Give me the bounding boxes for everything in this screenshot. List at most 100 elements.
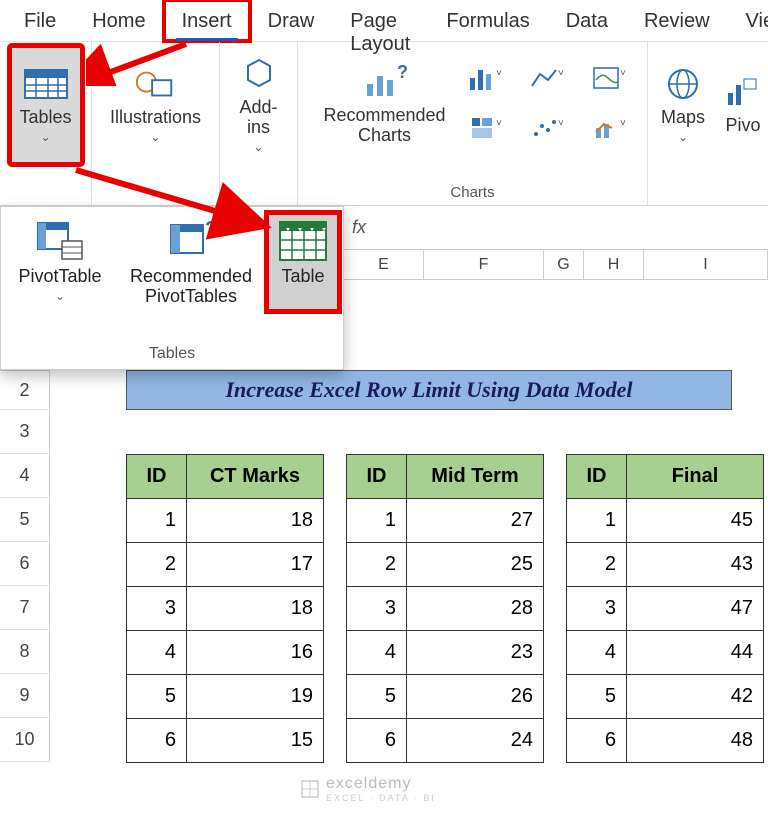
table-row[interactable]: 217 xyxy=(127,543,324,587)
table-cell[interactable]: 2 xyxy=(127,543,187,587)
table-cell[interactable]: 48 xyxy=(627,719,764,763)
table-row[interactable]: 648 xyxy=(567,719,764,763)
insert-hierarchy-chart-button[interactable]: ˅ xyxy=(460,106,512,150)
table-cell[interactable]: 5 xyxy=(347,675,407,719)
table-cell[interactable]: 24 xyxy=(407,719,544,763)
recommended-pivottables-button[interactable]: ? Recommended PivotTables xyxy=(115,213,267,311)
tab-view[interactable]: View xyxy=(728,0,768,41)
tab-home[interactable]: Home xyxy=(74,0,163,41)
tab-insert[interactable]: Insert xyxy=(164,0,250,41)
table-row[interactable]: 615 xyxy=(127,719,324,763)
table-cell[interactable]: 1 xyxy=(347,499,407,543)
table-row[interactable]: 118 xyxy=(127,499,324,543)
ribbon-group-addins: Add- ins ⌄ xyxy=(220,42,298,205)
table-cell[interactable]: 1 xyxy=(567,499,627,543)
table-cell[interactable]: 6 xyxy=(347,719,407,763)
table-row[interactable]: 423 xyxy=(347,631,544,675)
table-row[interactable]: 328 xyxy=(347,587,544,631)
column-header-G[interactable]: G xyxy=(544,250,584,279)
table-row[interactable]: 519 xyxy=(127,675,324,719)
row-header-2[interactable]: 2 xyxy=(0,370,50,410)
table-cell[interactable]: 3 xyxy=(567,587,627,631)
table-cell[interactable]: 5 xyxy=(127,675,187,719)
insert-column-chart-button[interactable]: ˅ xyxy=(460,56,512,100)
table-row[interactable]: 318 xyxy=(127,587,324,631)
pivottable-button[interactable]: PivotTable ⌄ xyxy=(5,213,115,311)
formula-bar[interactable]: fx xyxy=(344,206,768,250)
tab-data[interactable]: Data xyxy=(548,0,626,41)
table-cell[interactable]: 4 xyxy=(347,631,407,675)
column-header-E[interactable]: E xyxy=(344,250,424,279)
row-header-8[interactable]: 8 xyxy=(0,630,50,674)
addins-button[interactable]: Add- ins ⌄ xyxy=(223,46,295,164)
table-cell[interactable]: 43 xyxy=(627,543,764,587)
table-row[interactable]: 243 xyxy=(567,543,764,587)
table-cell[interactable]: 4 xyxy=(127,631,187,675)
table-cell[interactable]: 18 xyxy=(187,587,324,631)
table-label: Table xyxy=(281,267,324,287)
row-header-5[interactable]: 5 xyxy=(0,498,50,542)
table-cell[interactable]: 26 xyxy=(407,675,544,719)
ribbon-group-pivotchart: Pivo xyxy=(718,42,768,205)
row-header-9[interactable]: 9 xyxy=(0,674,50,718)
table-cell[interactable]: 23 xyxy=(407,631,544,675)
insert-map-chart-button[interactable]: ˅ xyxy=(584,56,636,100)
table-cell[interactable]: 42 xyxy=(627,675,764,719)
tab-formulas[interactable]: Formulas xyxy=(428,0,547,41)
table-cell[interactable]: 15 xyxy=(187,719,324,763)
table-cell[interactable]: 2 xyxy=(347,543,407,587)
pivotchart-button[interactable]: Pivo xyxy=(718,46,768,164)
column-header-F[interactable]: F xyxy=(424,250,544,279)
table-cell[interactable]: 1 xyxy=(127,499,187,543)
table-row[interactable]: 127 xyxy=(347,499,544,543)
table-cell[interactable]: 4 xyxy=(567,631,627,675)
table-cell[interactable]: 3 xyxy=(127,587,187,631)
row-header-7[interactable]: 7 xyxy=(0,586,50,630)
table-cell[interactable]: 19 xyxy=(187,675,324,719)
tables-dropdown-button[interactable]: Tables ⌄ xyxy=(10,46,82,164)
row-header-10[interactable]: 10 xyxy=(0,718,50,762)
table-row[interactable]: 145 xyxy=(567,499,764,543)
illustrations-button[interactable]: Illustrations ⌄ xyxy=(102,46,209,164)
table-cell[interactable]: 6 xyxy=(567,719,627,763)
table-row[interactable]: 225 xyxy=(347,543,544,587)
tab-file[interactable]: File xyxy=(6,0,74,41)
table-row[interactable]: 444 xyxy=(567,631,764,675)
table-button[interactable]: Table xyxy=(267,213,339,311)
table-cell[interactable]: 2 xyxy=(567,543,627,587)
table-cell[interactable]: 28 xyxy=(407,587,544,631)
table-row[interactable]: 526 xyxy=(347,675,544,719)
tab-draw[interactable]: Draw xyxy=(250,0,333,41)
table-cell[interactable]: 6 xyxy=(127,719,187,763)
table-cell[interactable]: 25 xyxy=(407,543,544,587)
table-cell[interactable]: 17 xyxy=(187,543,324,587)
table-row[interactable]: 624 xyxy=(347,719,544,763)
table-cell[interactable]: 44 xyxy=(627,631,764,675)
tab-page-layout[interactable]: Page Layout xyxy=(332,0,428,41)
table-cell[interactable]: 16 xyxy=(187,631,324,675)
table-cell[interactable]: 3 xyxy=(347,587,407,631)
maps-button[interactable]: Maps ⌄ xyxy=(653,46,713,164)
table-cell[interactable]: 27 xyxy=(407,499,544,543)
row-header-4[interactable]: 4 xyxy=(0,454,50,498)
insert-combo-chart-button[interactable]: ˅ xyxy=(584,106,636,150)
table-row[interactable]: 347 xyxy=(567,587,764,631)
recommended-charts-button[interactable]: ? Recommended Charts xyxy=(310,46,460,164)
table-row[interactable]: 416 xyxy=(127,631,324,675)
tab-review[interactable]: Review xyxy=(626,0,728,41)
row-header-6[interactable]: 6 xyxy=(0,542,50,586)
column-header-I[interactable]: I xyxy=(644,250,768,279)
insert-statistic-chart-button[interactable]: ˅ xyxy=(522,106,574,150)
insert-line-chart-button[interactable]: ˅ xyxy=(522,56,574,100)
table-icon xyxy=(275,217,331,265)
row-header-3[interactable]: 3 xyxy=(0,410,50,454)
menu-tabstrip: FileHomeInsertDrawPage LayoutFormulasDat… xyxy=(0,0,768,42)
table-cell[interactable]: 5 xyxy=(567,675,627,719)
table-row[interactable]: 542 xyxy=(567,675,764,719)
chart-types-grid: ˅ ˅ ˅ ˅ ˅ ˅ xyxy=(460,46,636,150)
recommended-pivottables-label: Recommended PivotTables xyxy=(130,267,252,307)
column-header-H[interactable]: H xyxy=(584,250,644,279)
table-cell[interactable]: 45 xyxy=(627,499,764,543)
table-cell[interactable]: 47 xyxy=(627,587,764,631)
table-cell[interactable]: 18 xyxy=(187,499,324,543)
